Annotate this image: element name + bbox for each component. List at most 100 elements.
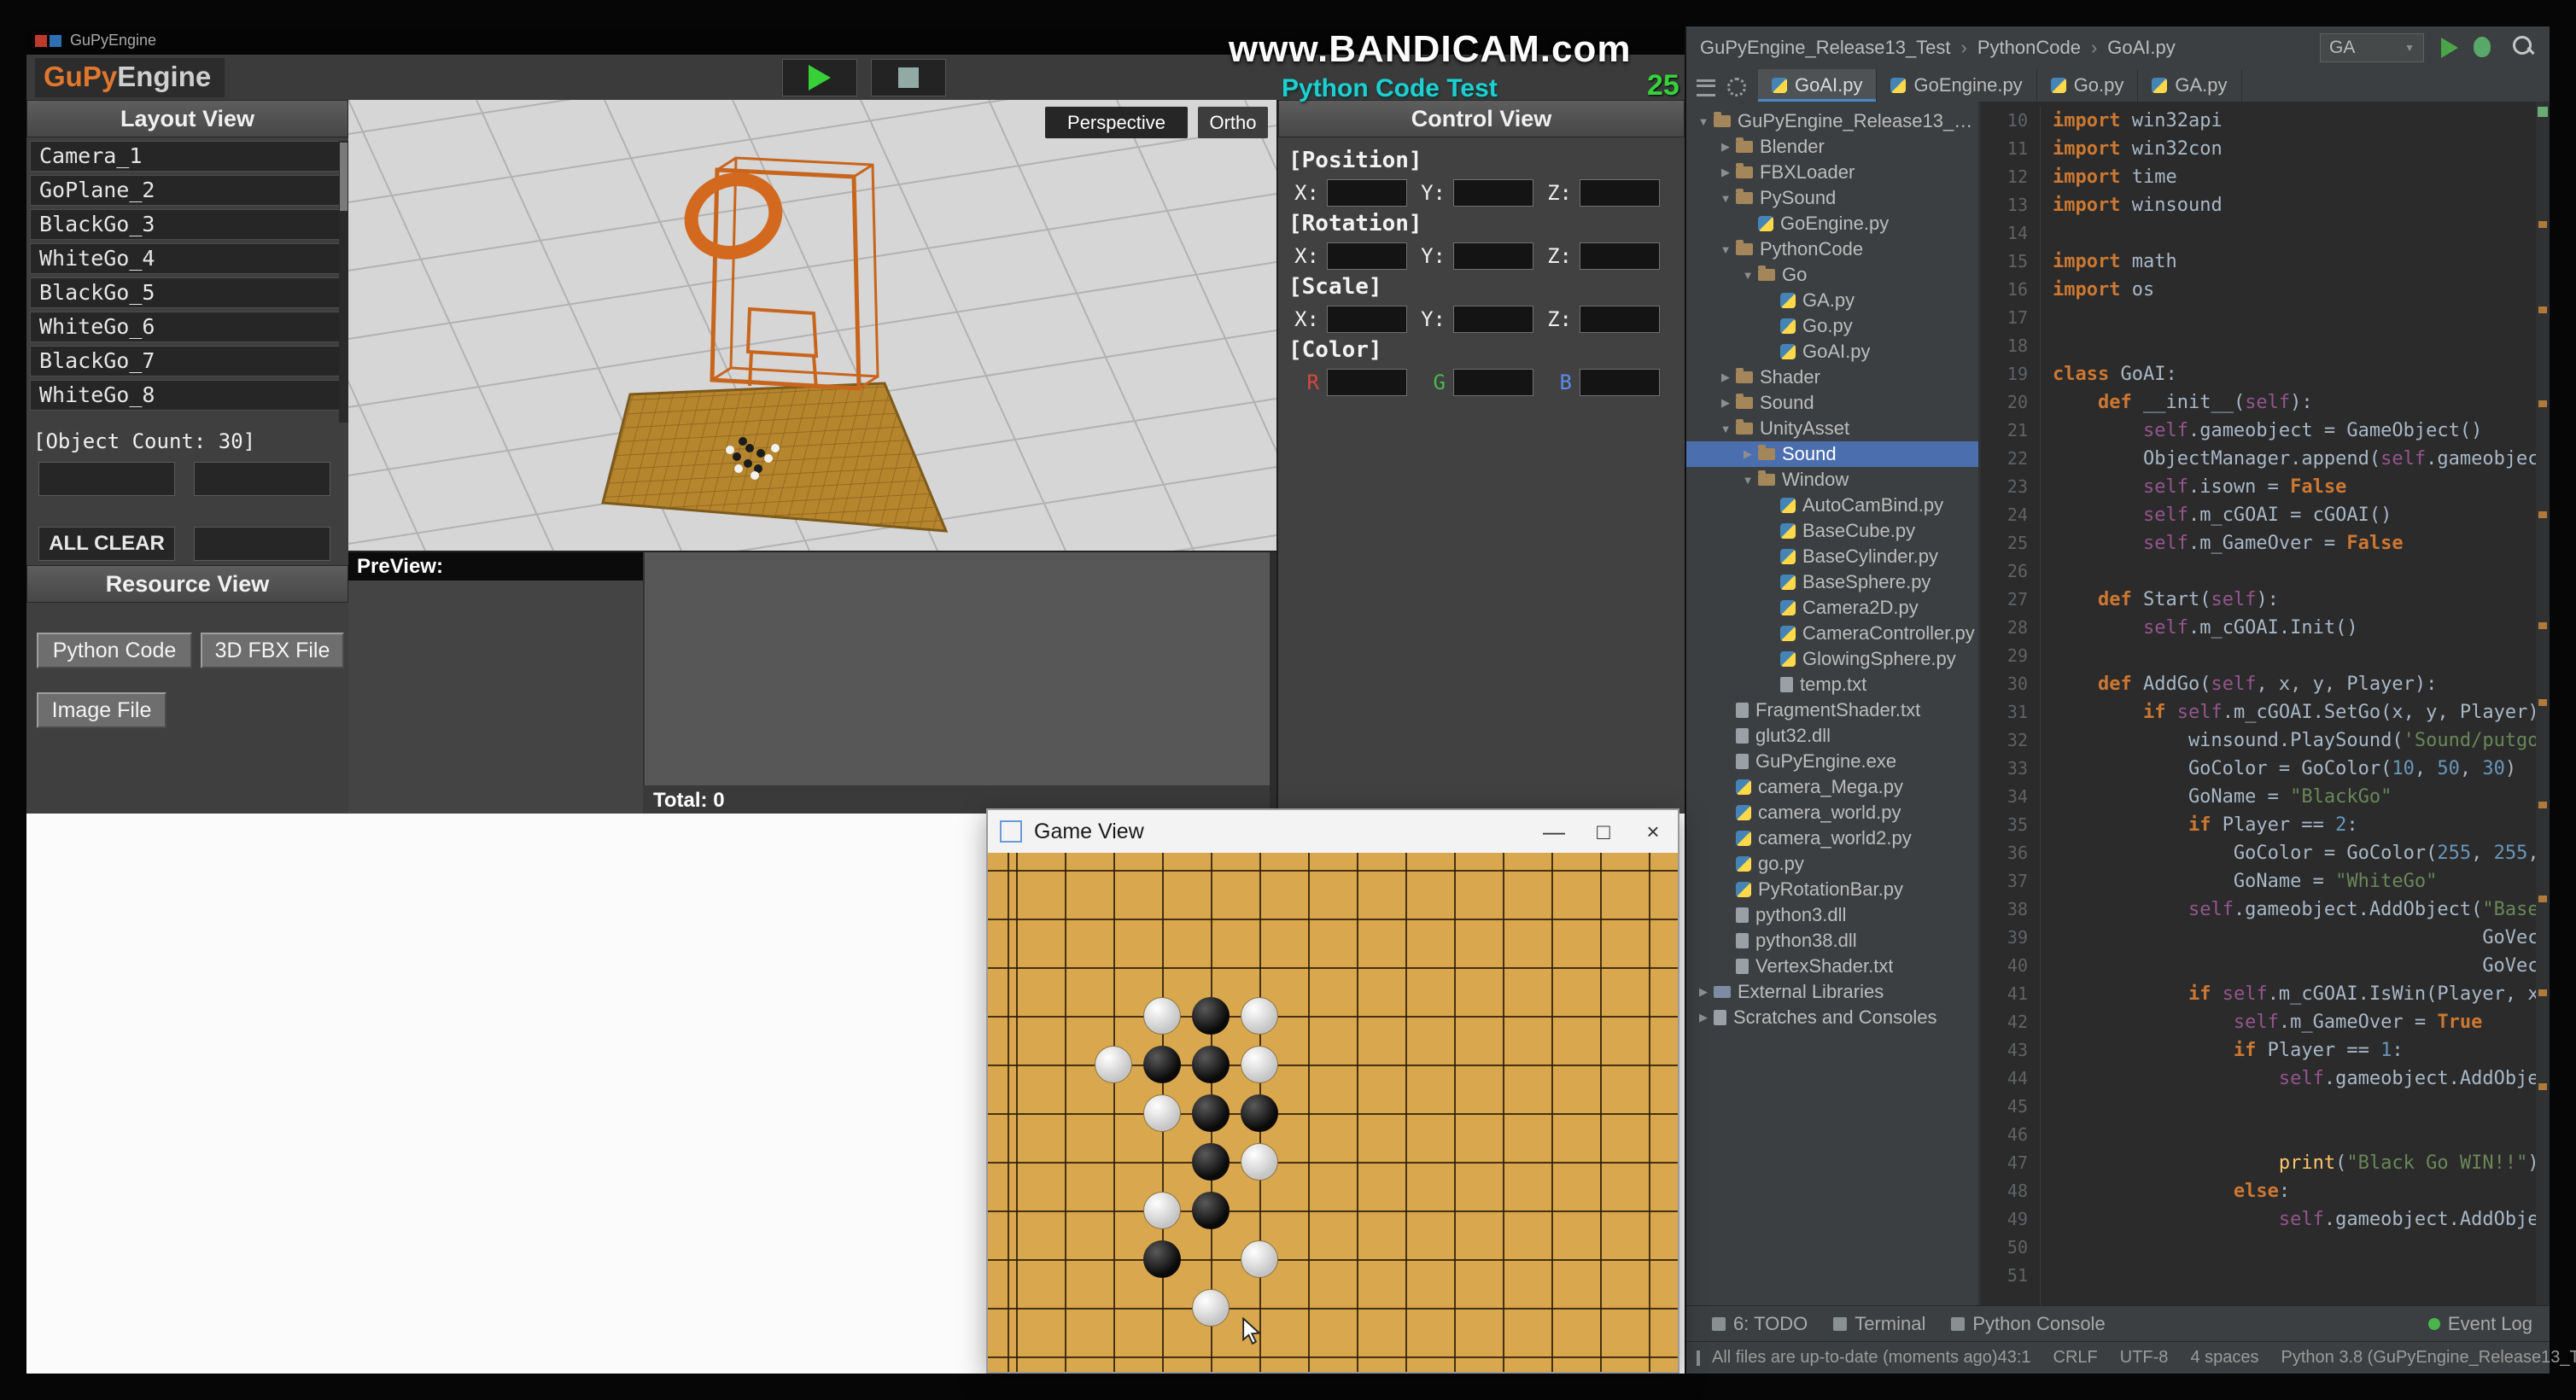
project-tree-item[interactable]: ▶Blender	[1686, 134, 1978, 160]
axis-value-field[interactable]	[1327, 306, 1407, 333]
project-tree-item[interactable]: GoEngine.py	[1686, 211, 1978, 236]
go-board[interactable]	[988, 853, 1678, 1372]
project-tree-item[interactable]: python3.dll	[1686, 902, 1978, 928]
code-editor[interactable]: 1011121314151617181920212223242526272829…	[1981, 102, 2538, 1305]
ortho-button[interactable]: Ortho	[1198, 107, 1268, 138]
project-tree-item[interactable]: ▶Scratches and Consoles	[1686, 1005, 1978, 1030]
status-item[interactable]: 43:1	[1998, 1348, 2031, 1368]
breadcrumb-item[interactable]: PythonCode	[1977, 37, 2081, 59]
project-tree-item[interactable]: ▶Shader	[1686, 365, 1978, 390]
project-tree-item[interactable]: AutoCamBind.py	[1686, 493, 1978, 518]
perspective-button[interactable]: Perspective	[1045, 107, 1188, 138]
project-tree-item[interactable]: GA.py	[1686, 288, 1978, 313]
layout-object-item[interactable]: Camera_1	[30, 141, 345, 172]
maximize-button[interactable]: □	[1579, 810, 1628, 853]
minimize-button[interactable]: —	[1529, 810, 1579, 853]
axis-value-field[interactable]	[1580, 242, 1660, 270]
todo-toolwindow[interactable]: 6: TODO	[1712, 1313, 1808, 1335]
axis-value-field[interactable]	[1327, 242, 1407, 270]
project-tree-item[interactable]: glut32.dll	[1686, 723, 1978, 749]
project-tree-item[interactable]: ▼GuPyEngine_Release13_Test	[1686, 108, 1978, 134]
project-tree-item[interactable]: ▼UnityAsset	[1686, 416, 1978, 441]
layout-list-scrollbar[interactable]	[339, 141, 348, 423]
resource-button[interactable]: Image File	[37, 692, 166, 728]
scrollbar-thumb[interactable]	[340, 143, 348, 211]
menu-icon[interactable]	[1697, 79, 1715, 96]
status-item[interactable]: UTF-8	[2120, 1348, 2169, 1368]
axis-value-field[interactable]	[1580, 179, 1660, 207]
resource-button[interactable]: Python Code	[37, 633, 192, 668]
resource-button[interactable]: 3D FBX File	[201, 633, 344, 668]
terminal-toolwindow[interactable]: Terminal	[1833, 1313, 1925, 1335]
layout-object-item[interactable]: BlackGo_3	[30, 209, 345, 240]
axis-value-field[interactable]	[1453, 242, 1533, 270]
play-button[interactable]	[782, 59, 857, 96]
search-icon[interactable]	[2513, 36, 2532, 55]
toolwindow-toggle-icon[interactable]	[1697, 1350, 1700, 1366]
project-tree-item[interactable]: GoAI.py	[1686, 339, 1978, 365]
layout-object-item[interactable]: WhiteGo_6	[30, 312, 345, 342]
project-tree-item[interactable]: temp.txt	[1686, 672, 1978, 697]
project-tree-item[interactable]: BaseCube.py	[1686, 518, 1978, 544]
object-action-button-2[interactable]	[194, 462, 330, 496]
object-action-button-3[interactable]	[194, 527, 330, 561]
layout-object-item[interactable]: WhiteGo_4	[30, 243, 345, 274]
project-tree-item[interactable]: GlowingSphere.py	[1686, 646, 1978, 672]
project-tree-item[interactable]: VertexShader.txt	[1686, 954, 1978, 979]
project-tree-item[interactable]: BaseCylinder.py	[1686, 544, 1978, 569]
preview-scrollbar[interactable]	[1270, 552, 1276, 815]
python-console-toolwindow[interactable]: Python Console	[1951, 1313, 2105, 1335]
status-item[interactable]: 4 spaces	[2190, 1348, 2258, 1368]
axis-value-field[interactable]	[1327, 179, 1407, 207]
project-tree-item[interactable]: ▶Sound	[1686, 390, 1978, 416]
project-tree-item[interactable]: camera_world2.py	[1686, 825, 1978, 851]
preview-canvas[interactable]	[643, 552, 1276, 785]
axis-value-field[interactable]	[1453, 306, 1533, 333]
project-tree-item[interactable]: camera_Mega.py	[1686, 774, 1978, 800]
axis-value-field[interactable]	[1580, 306, 1660, 333]
status-item[interactable]: Python 3.8 (GuPyEngine_Release13_Test)	[2281, 1348, 2576, 1368]
editor-tab[interactable]: GA.py	[2138, 69, 2241, 102]
project-tree-item[interactable]: go.py	[1686, 851, 1978, 877]
layout-object-item[interactable]: BlackGo_7	[30, 346, 345, 376]
project-tree-item[interactable]: ▶FBXLoader	[1686, 160, 1978, 185]
status-item[interactable]: CRLF	[2053, 1348, 2098, 1368]
axis-value-field[interactable]	[1327, 369, 1407, 396]
debug-button[interactable]	[2474, 37, 2491, 57]
editor-tab[interactable]: GoAI.py	[1758, 69, 1877, 102]
editor-error-stripe[interactable]	[2536, 102, 2550, 1305]
project-tree-item[interactable]: ▼PySound	[1686, 185, 1978, 211]
editor-tab[interactable]: GoEngine.py	[1877, 69, 2036, 102]
project-tree-item[interactable]: ▼Go	[1686, 262, 1978, 288]
run-config-dropdown[interactable]: GA ▼	[2320, 33, 2424, 62]
gear-icon[interactable]	[1727, 78, 1746, 96]
project-tree-item[interactable]: Go.py	[1686, 313, 1978, 339]
3d-viewport[interactable]: Perspective Ortho	[348, 100, 1276, 551]
project-tree-item[interactable]: camera_world.py	[1686, 800, 1978, 825]
editor-tab[interactable]: Go.py	[2037, 69, 2139, 102]
breadcrumb-item[interactable]: GoAI.py	[2107, 37, 2175, 59]
project-tree-item[interactable]: FragmentShader.txt	[1686, 697, 1978, 723]
game-view-titlebar[interactable]: Game View — □ ×	[988, 810, 1678, 854]
axis-value-field[interactable]	[1453, 369, 1533, 396]
all-clear-button[interactable]: ALL CLEAR	[38, 527, 175, 561]
close-button[interactable]: ×	[1628, 810, 1678, 853]
project-tree-item[interactable]: ▼Window	[1686, 467, 1978, 493]
axis-value-field[interactable]	[1580, 369, 1660, 396]
axis-value-field[interactable]	[1453, 179, 1533, 207]
project-tree-item[interactable]: BaseSphere.py	[1686, 569, 1978, 595]
breadcrumb-item[interactable]: GuPyEngine_Release13_Test	[1700, 37, 1951, 59]
event-log-toolwindow[interactable]: Event Log	[2428, 1313, 2532, 1335]
layout-object-item[interactable]: WhiteGo_8	[30, 380, 345, 411]
project-tree-item[interactable]: PyRotationBar.py	[1686, 877, 1978, 902]
layout-object-item[interactable]: BlackGo_5	[30, 277, 345, 308]
run-button[interactable]	[2441, 38, 2458, 58]
project-tree-item[interactable]: ▶External Libraries	[1686, 979, 1978, 1005]
stop-button[interactable]	[871, 59, 946, 96]
layout-object-item[interactable]: GoPlane_2	[30, 175, 345, 206]
object-action-button-1[interactable]	[38, 462, 175, 496]
project-tree-item[interactable]: CameraController.py	[1686, 621, 1978, 646]
project-tree-item[interactable]: python38.dll	[1686, 928, 1978, 954]
project-tree-item[interactable]: Camera2D.py	[1686, 595, 1978, 621]
project-tree-item[interactable]: ▼PythonCode	[1686, 236, 1978, 262]
